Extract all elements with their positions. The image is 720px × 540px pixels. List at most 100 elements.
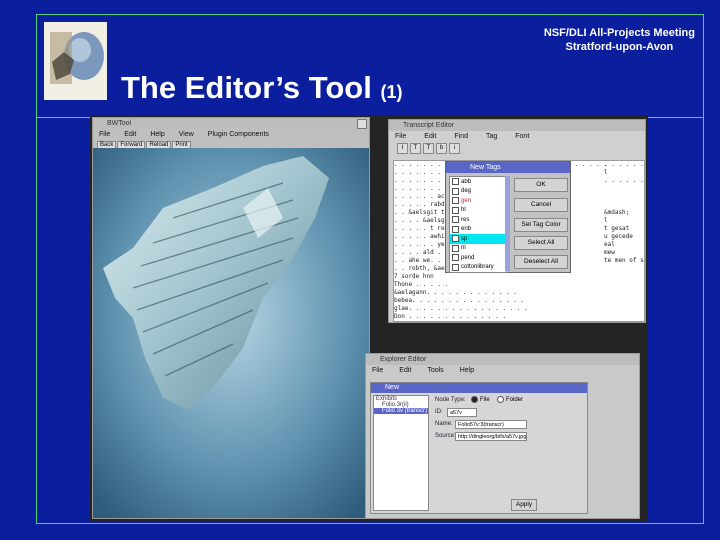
transcript-line[interactable]: Thone . . . . . [394, 281, 644, 289]
tag-list-scrollbar[interactable] [505, 176, 510, 271]
checkbox-icon[interactable] [452, 216, 459, 224]
tag-item[interactable]: deg [450, 187, 506, 197]
tag-item-label: abb [461, 178, 472, 185]
tag-item[interactable]: hl [450, 206, 506, 216]
radio-file-group[interactable]: File [471, 396, 490, 403]
explorer-menu-help[interactable]: Help [460, 367, 474, 374]
transcript-menu-edit[interactable]: Edit [424, 133, 436, 140]
checkbox-icon[interactable] [452, 235, 459, 243]
deselect-all-button[interactable]: Deselect All [514, 255, 568, 269]
transcript-line-tail: u gecede [604, 233, 633, 240]
checkbox-icon[interactable] [452, 244, 459, 252]
viewer-menu-file[interactable]: File [99, 131, 110, 138]
tag-item-label: sp [461, 235, 468, 242]
node-tree[interactable]: Exhibits Folio 3r(ii) Folio 3v (transcr) [373, 395, 429, 511]
tag-item[interactable]: nl [450, 244, 506, 254]
transcript-line-tail [604, 193, 644, 201]
slide-title-suffix: (1) [380, 82, 403, 102]
radio-unselected-icon[interactable] [497, 396, 504, 403]
transcript-line-tail: te men of seode [604, 257, 644, 264]
cancel-button[interactable]: Cancel [514, 198, 568, 212]
tag-item[interactable]: cottonlibrary [450, 263, 506, 273]
transcript-line[interactable]: Don . . . . . . . . . . . . . . [394, 313, 644, 321]
name-label: Name: [435, 421, 453, 427]
viewer-menu-plugins[interactable]: Plugin Components [208, 131, 269, 138]
bold-button[interactable]: b [436, 143, 447, 154]
node-type-label: Node Type: [435, 397, 466, 403]
insert-button[interactable]: I [397, 143, 408, 154]
explorer-menu-tools[interactable]: Tools [427, 367, 443, 374]
transcript-line-tail: l [604, 217, 608, 224]
transcript-right-lines: . . . . . .l. . . . . . . .&mdash;lt ges… [604, 161, 644, 265]
close-icon[interactable] [357, 119, 367, 129]
new-node-panel: New Exhibits Folio 3r(ii) Folio 3v (tran… [370, 382, 588, 514]
tree-item-selected[interactable]: Folio 3v (transcr) [374, 408, 428, 414]
viewer-menu-view[interactable]: View [179, 131, 194, 138]
id-label: ID: [435, 409, 443, 415]
explorer-menu-file[interactable]: File [372, 367, 383, 374]
italic-button[interactable]: i [449, 143, 460, 154]
radio-selected-icon[interactable] [471, 396, 478, 403]
text-button[interactable]: T [410, 143, 421, 154]
tag-item[interactable]: gen [450, 196, 506, 206]
checkbox-icon[interactable] [452, 187, 459, 195]
transcript-menu-font[interactable]: Font [515, 133, 529, 140]
tag-item[interactable]: abb [450, 177, 506, 187]
transcript-line[interactable]: &aelagann. . . . . . . . . . . . . [394, 289, 644, 297]
transcript-line[interactable]: bebea. . . . . . . . . . . . . . . . [394, 297, 644, 305]
ok-button[interactable]: OK [514, 178, 568, 192]
tag-item[interactable]: sp [450, 234, 506, 244]
transcript-line-tail: t gesat [604, 225, 630, 232]
transcript-line-tail: . . . . . . . . [604, 177, 644, 184]
embedded-screenshot: BWTool File Edit Help View Plugin Compon… [90, 115, 648, 521]
checkbox-icon[interactable] [452, 197, 459, 205]
meeting-location: Stratford-upon-Avon [565, 41, 674, 53]
transcript-menu-find[interactable]: Find [454, 133, 468, 140]
tags-dialog-title: New Tags [470, 164, 501, 171]
radio-folder-group[interactable]: Folder [497, 396, 523, 403]
transcript-line-tail: &mdash; [604, 209, 630, 216]
tag-item-label: cottonlibrary [461, 264, 494, 271]
transcript-menu-tag[interactable]: Tag [486, 133, 497, 140]
transcript-line-tail: eal [604, 241, 615, 248]
viewer-menu-edit[interactable]: Edit [124, 131, 136, 138]
checkbox-icon[interactable] [452, 254, 459, 262]
source-field[interactable]: http://dingleorg/bifs/a57v.jpg [455, 432, 527, 441]
tag-item[interactable]: res [450, 215, 506, 225]
text-alt-button[interactable]: T [423, 143, 434, 154]
viewer-title: BWTool [107, 120, 132, 127]
checkbox-icon[interactable] [452, 206, 459, 214]
tag-item[interactable]: pend [450, 253, 506, 263]
set-tag-color-button[interactable]: Set Tag Color [514, 218, 568, 232]
transcript-line[interactable]: 7 sorde hnn [394, 273, 644, 281]
transcript-title: Transcript Editor [403, 122, 455, 129]
transcript-menu-file[interactable]: File [395, 133, 406, 140]
name-field[interactable]: Folio57v:3(transcr) [455, 420, 527, 429]
explorer-menu-edit[interactable]: Edit [399, 367, 411, 374]
meeting-name: NSF/DLI All-Projects Meeting [543, 27, 695, 39]
checkbox-icon[interactable] [452, 178, 459, 186]
transcript-line-tail: mew [604, 249, 615, 256]
tag-item[interactable]: enb [450, 225, 506, 235]
apply-button[interactable]: Apply [511, 499, 537, 511]
transcript-line-tail: l [604, 169, 608, 176]
transcript-line-tail: . . . . . . [604, 161, 644, 168]
tags-dialog-titlebar: New Tags [446, 162, 570, 173]
checkbox-icon[interactable] [452, 225, 459, 233]
explorer-titlebar: Explorer Editor [366, 354, 639, 365]
explorer-editor-window: Explorer Editor File Edit Tools Help New… [365, 353, 640, 519]
radio-file-label: File [480, 396, 490, 403]
tag-item-label: nl [461, 245, 466, 252]
new-node-titlebar: New [371, 383, 587, 393]
checkbox-icon[interactable] [452, 263, 459, 271]
transcript-line[interactable]: glae. . . . . . . . . . . . . . . . . [394, 305, 644, 313]
viewer-menu-help[interactable]: Help [150, 131, 164, 138]
slide-title-main: The Editor’s Tool [121, 70, 372, 105]
select-all-button[interactable]: Select All [514, 236, 568, 250]
tags-dialog: New Tags abb deg gen hl res enb sp nl pend cotton… [445, 161, 571, 273]
transcript-menubar: File Edit Find Tag Font [389, 131, 645, 142]
id-field[interactable]: a57v [447, 408, 477, 417]
manuscript-image[interactable] [93, 148, 369, 518]
viewer-menubar: File Edit Help View Plugin Components [93, 129, 369, 140]
tag-list[interactable]: abb deg gen hl res enb sp nl pend cottonlibrary [449, 176, 507, 273]
